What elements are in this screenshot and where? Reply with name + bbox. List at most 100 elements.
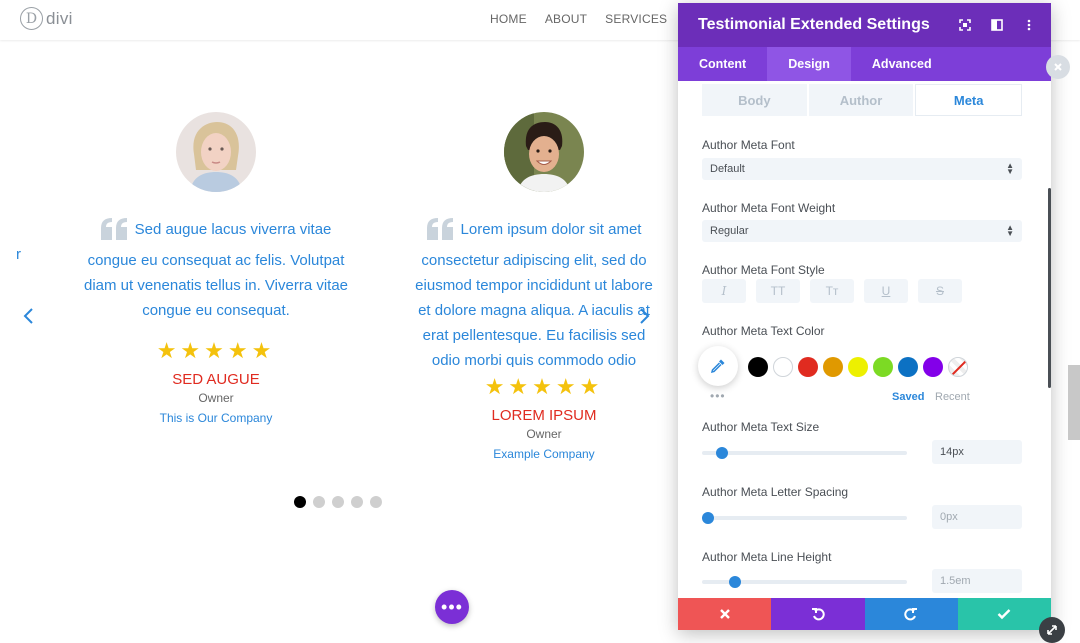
color-swatch[interactable] <box>848 357 868 377</box>
recent-colors-tab[interactable]: Recent <box>935 391 970 403</box>
text-size-slider[interactable] <box>702 447 907 459</box>
font-style-label: Author Meta Font Style <box>702 263 825 277</box>
save-button[interactable] <box>957 598 1051 630</box>
site-logo[interactable]: D divi <box>20 7 73 30</box>
author-company-link[interactable]: This is Our Company <box>80 409 352 427</box>
line-height-input[interactable]: 1.5em <box>932 569 1022 593</box>
testimonial-card: Lorem ipsum dolor sit amet consectetur a… <box>408 112 680 463</box>
cancel-button[interactable] <box>678 598 772 630</box>
panel-title: Testimonial Extended Settings <box>698 16 930 33</box>
tab-advanced[interactable]: Advanced <box>851 47 953 81</box>
color-swatch[interactable] <box>748 357 768 377</box>
slider-handle[interactable] <box>729 576 742 588</box>
nav-item-home[interactable]: HOME <box>490 12 527 26</box>
nav-item-services[interactable]: SERVICES <box>605 12 667 26</box>
slider-dot[interactable] <box>351 496 363 508</box>
tab-design[interactable]: Design <box>767 47 851 81</box>
slider-dot[interactable] <box>294 496 306 508</box>
no-color-swatch[interactable] <box>948 357 968 377</box>
author-name: LOREM IPSUM <box>491 407 597 424</box>
font-label: Author Meta Font <box>702 138 795 152</box>
split-view-icon[interactable] <box>989 17 1005 33</box>
slider-dot[interactable] <box>370 496 382 508</box>
author-avatar <box>504 112 584 192</box>
star-rating: ★★★★★ <box>156 338 276 363</box>
panel-scrollbar[interactable] <box>1048 188 1051 388</box>
text-size-input[interactable]: 14px <box>932 440 1022 464</box>
panel-footer <box>678 598 1051 630</box>
more-options-icon[interactable] <box>1021 17 1037 33</box>
testimonial-quote: Sed augue lacus viverra vitae congue eu … <box>80 217 352 323</box>
close-panel-icon[interactable] <box>1046 55 1070 79</box>
check-icon <box>998 609 1011 620</box>
author-position: Owner <box>198 391 234 405</box>
builder-options-button[interactable]: ••• <box>435 590 469 624</box>
author-name: SED AUGUE <box>172 371 260 388</box>
tab-content[interactable]: Content <box>678 47 767 81</box>
text-color-label: Author Meta Text Color <box>702 324 825 338</box>
color-swatches <box>748 357 968 377</box>
panel-header: Testimonial Extended Settings <box>678 3 1051 47</box>
text-size-label: Author Meta Text Size <box>702 420 820 434</box>
font-weight-select[interactable]: Regular ▲ ▼ <box>702 220 1022 242</box>
testimonial-quote: Lorem ipsum dolor sit amet consectetur a… <box>408 217 660 367</box>
uppercase-button[interactable]: TT <box>756 279 800 303</box>
panel-tabs: Content Design Advanced <box>678 47 1051 81</box>
italic-button[interactable]: I <box>702 279 746 303</box>
partial-slide-text: r <box>16 246 21 263</box>
underline-button[interactable]: U <box>864 279 908 303</box>
color-swatch[interactable] <box>773 357 793 377</box>
more-colors-icon[interactable]: ••• <box>710 389 726 403</box>
star-rating: ★★★★★ <box>484 374 604 399</box>
letter-spacing-input[interactable]: 0px <box>932 505 1022 529</box>
quote-mark-icon <box>426 218 455 248</box>
author-avatar <box>176 112 256 192</box>
letter-spacing-slider[interactable] <box>702 512 907 524</box>
page-scrollbar[interactable] <box>1068 365 1080 440</box>
font-select[interactable]: Default ▲ ▼ <box>702 158 1022 180</box>
author-position: Owner <box>526 427 562 441</box>
slider-dot[interactable] <box>313 496 325 508</box>
logo-mark: D <box>20 7 43 30</box>
select-arrows-icon: ▲ ▼ <box>1006 223 1014 238</box>
color-swatch[interactable] <box>923 357 943 377</box>
quote-mark-icon <box>100 218 129 248</box>
author-company-link[interactable]: Example Company <box>408 445 680 463</box>
subtab-author[interactable]: Author <box>808 84 914 116</box>
saved-colors-tab[interactable]: Saved <box>892 391 924 403</box>
font-style-buttons: I TT Tт U S <box>702 279 962 303</box>
logo-text: divi <box>46 8 73 28</box>
color-swatch[interactable] <box>823 357 843 377</box>
color-swatch[interactable] <box>873 357 893 377</box>
redo-button[interactable] <box>864 598 958 630</box>
slider-next-arrow-icon[interactable] <box>636 306 652 326</box>
line-height-slider[interactable] <box>702 576 907 588</box>
color-swatch[interactable] <box>898 357 918 377</box>
testimonial-card: Sed augue lacus viverra vitae congue eu … <box>80 112 352 427</box>
slider-pagination <box>294 496 382 508</box>
main-nav: HOME ABOUT SERVICES F <box>490 12 693 26</box>
font-weight-label: Author Meta Font Weight <box>702 201 836 215</box>
subtabs: Body Author Meta <box>702 84 1023 116</box>
slider-prev-arrow-icon[interactable] <box>21 306 37 326</box>
select-arrows-icon: ▲ ▼ <box>1006 161 1014 176</box>
subtab-meta[interactable]: Meta <box>915 84 1023 116</box>
slider-handle[interactable] <box>715 447 728 459</box>
line-height-label: Author Meta Line Height <box>702 550 832 564</box>
undo-icon <box>811 608 825 621</box>
fullscreen-icon[interactable] <box>957 17 973 33</box>
slider-handle[interactable] <box>702 512 714 524</box>
resize-icon[interactable] <box>1039 617 1065 643</box>
close-icon <box>719 609 730 619</box>
slider-dot[interactable] <box>332 496 344 508</box>
eyedropper-icon[interactable] <box>698 346 738 386</box>
nav-item-about[interactable]: ABOUT <box>545 12 587 26</box>
color-swatch[interactable] <box>798 357 818 377</box>
capitalize-button[interactable]: Tт <box>810 279 854 303</box>
letter-spacing-label: Author Meta Letter Spacing <box>702 485 849 499</box>
font-select-value: Default <box>710 163 745 175</box>
settings-panel: Testimonial Extended Settings Content De… <box>678 3 1051 630</box>
strikethrough-button[interactable]: S <box>918 279 962 303</box>
undo-button[interactable] <box>771 598 865 630</box>
subtab-body[interactable]: Body <box>702 84 807 116</box>
